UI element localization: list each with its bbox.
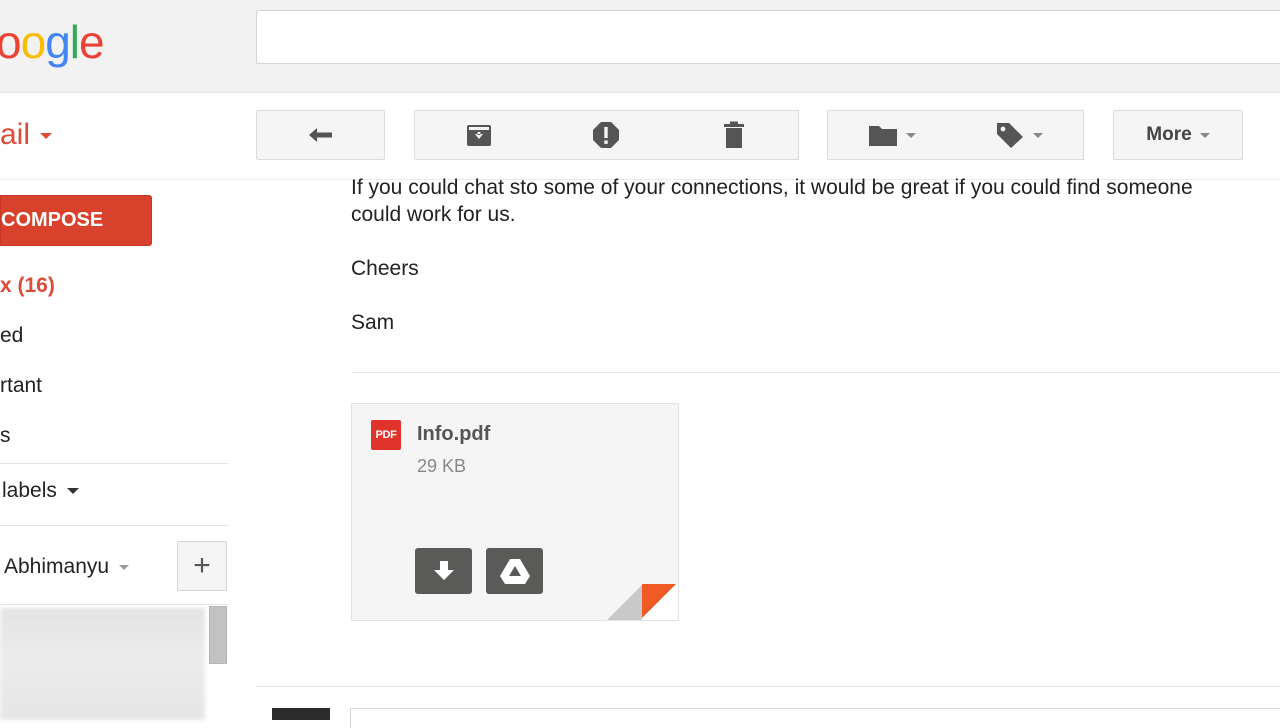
sidebar-item-label: s <box>0 424 11 447</box>
more-labels-toggle[interactable]: labels <box>0 479 79 503</box>
compose-button[interactable]: COMPOSE <box>0 195 152 246</box>
hangouts-contact-list[interactable] <box>0 608 205 720</box>
trash-icon <box>724 121 744 148</box>
hangouts-user-menu[interactable]: Abhimanyu <box>4 555 130 579</box>
message-signature: Sam <box>351 311 395 334</box>
chevron-down-icon <box>1033 132 1043 138</box>
tag-icon <box>997 123 1023 148</box>
more-button[interactable]: More <box>1113 110 1243 160</box>
more-labels-label: labels <box>2 479 57 502</box>
archive-button[interactable] <box>414 110 543 160</box>
labels-button[interactable] <box>955 110 1084 160</box>
download-icon <box>433 561 454 580</box>
sidebar-item-label: x (16) <box>0 274 55 297</box>
app-switcher[interactable]: ail <box>0 116 53 154</box>
delete-button[interactable] <box>670 110 799 160</box>
move-to-button[interactable] <box>827 110 956 160</box>
chevron-down-icon <box>119 564 130 570</box>
pdf-file-icon: PDF <box>371 420 401 450</box>
google-drive-icon <box>499 559 530 584</box>
sidebar-item-important[interactable]: rtant <box>0 374 42 398</box>
search-input[interactable] <box>256 10 1280 64</box>
more-button-label: More <box>1146 124 1192 145</box>
nav-divider <box>0 525 228 526</box>
top-header: oogle <box>0 0 1280 93</box>
message-text-line: Cheers <box>351 257 419 280</box>
archive-icon <box>466 125 491 146</box>
attachment-fold-corner <box>642 584 678 620</box>
sidebar-item-starred[interactable]: ed <box>0 324 23 348</box>
message-divider <box>256 686 1280 687</box>
reply-icon <box>308 128 332 142</box>
logo-letter: o <box>20 16 47 68</box>
plus-icon: + <box>193 549 211 582</box>
message-text-line: could work for us. <box>351 203 516 226</box>
report-spam-icon <box>593 122 619 148</box>
google-logo[interactable]: oogle <box>0 14 105 70</box>
attachment-size: 29 KB <box>417 456 467 476</box>
logo-letter: l <box>69 16 80 68</box>
sidebar-item-label: rtant <box>0 374 43 397</box>
attachments-divider <box>351 372 1280 373</box>
logo-letter: e <box>79 16 105 68</box>
chevron-down-icon <box>40 133 53 140</box>
reply-input[interactable] <box>350 708 1280 728</box>
app-switcher-label: ail <box>0 118 31 151</box>
nav-divider <box>0 463 228 464</box>
nav-divider <box>0 604 228 605</box>
message-text-line: If you could chat sto some of your conne… <box>351 176 1193 199</box>
pdf-badge-text: PDF <box>375 429 397 441</box>
sidebar-item-label: ed <box>0 324 24 347</box>
reply-button[interactable] <box>256 110 385 160</box>
save-to-drive-button[interactable] <box>486 548 543 594</box>
attachment-fold-shadow <box>607 584 643 620</box>
compose-button-label: COMPOSE <box>1 209 104 231</box>
folder-icon <box>868 126 897 146</box>
new-hangout-button[interactable]: + <box>177 541 227 591</box>
sidebar-item-inbox[interactable]: x (16) <box>0 274 55 298</box>
chevron-down-icon <box>66 488 79 495</box>
logo-letter: o <box>0 16 22 68</box>
attachment-card[interactable]: PDF Info.pdf 29 KB <box>351 403 679 621</box>
avatar <box>272 708 330 720</box>
hangouts-user-name: Abhimanyu <box>4 555 110 578</box>
chevron-down-icon <box>905 132 916 138</box>
chevron-down-icon <box>1199 132 1210 138</box>
attachment-name: Info.pdf <box>417 423 491 445</box>
report-spam-button[interactable] <box>542 110 671 160</box>
download-attachment-button[interactable] <box>415 548 472 594</box>
scrollbar[interactable] <box>209 606 227 664</box>
sidebar-item-chats[interactable]: s <box>0 424 11 448</box>
logo-letter: g <box>45 16 71 68</box>
